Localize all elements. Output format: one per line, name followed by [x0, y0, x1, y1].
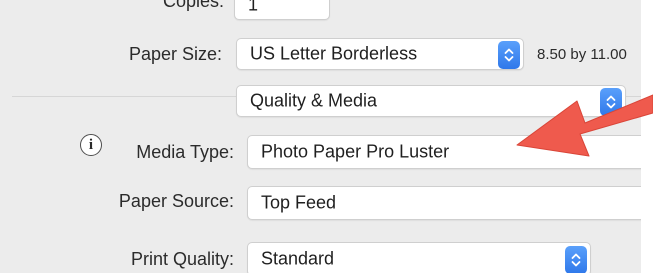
paper-source-select[interactable]: Top Feed [247, 186, 653, 220]
paper-source-value: Top Feed [261, 192, 337, 213]
media-type-value: Photo Paper Pro Luster [261, 141, 450, 162]
copies-label: Copies: [162, 0, 224, 11]
print-quality-label: Print Quality: [130, 249, 234, 269]
panel-menu-select[interactable]: Quality & Media [236, 85, 626, 117]
print-quality-value: Standard [261, 248, 335, 269]
paper-source-label: Paper Source: [118, 191, 234, 211]
paper-size-dimensions: 8.50 by 11.00 [537, 46, 627, 63]
paper-size-select[interactable]: US Letter Borderless [236, 38, 524, 70]
info-icon[interactable]: i [80, 134, 102, 156]
paper-size-label: Paper Size: [128, 44, 222, 64]
panel-menu-stepper-icon [600, 88, 622, 116]
media-type-select[interactable]: Photo Paper Pro Luster [247, 135, 653, 169]
copies-value: 1 [248, 0, 259, 15]
print-dialog: Copies: 1 Paper Size: US Letter Borderle… [0, 0, 653, 273]
paper-size-value: US Letter Borderless [250, 43, 418, 64]
print-quality-select[interactable]: Standard [247, 242, 591, 273]
paper-size-stepper-icon [498, 41, 520, 69]
media-type-label: Media Type: [136, 142, 234, 162]
print-quality-stepper-icon [565, 246, 587, 273]
copies-field[interactable]: 1 [234, 0, 330, 20]
panel-menu-value: Quality & Media [250, 90, 378, 111]
screenshot-margin [641, 0, 653, 273]
